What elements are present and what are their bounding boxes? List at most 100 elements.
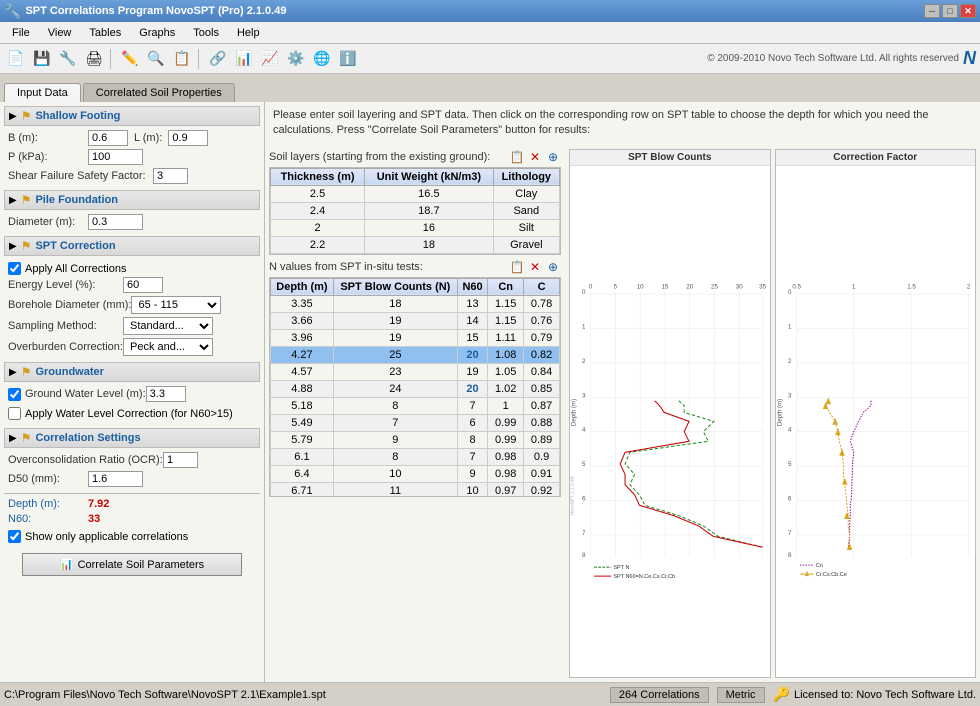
shallow-footing-header[interactable]: ▶ ⚑ Shallow Footing — [4, 106, 260, 126]
energy-input[interactable] — [123, 277, 163, 293]
print-button[interactable]: 🖨 — [82, 47, 106, 71]
cn-line — [848, 400, 871, 547]
energy-label: Energy Level (%): — [8, 279, 123, 291]
expand-icon-corr: ▶ — [9, 433, 17, 444]
spt-copy-icon[interactable]: 📋 — [509, 259, 525, 275]
info-button[interactable]: ℹ️ — [336, 47, 360, 71]
close-button[interactable]: ✕ — [960, 4, 976, 18]
spt-add-icon[interactable]: ⊕ — [545, 259, 561, 275]
tab-input-data[interactable]: Input Data — [4, 83, 81, 103]
pile-foundation-title: Pile Foundation — [35, 194, 118, 206]
cell-n: 8 — [333, 448, 457, 465]
settings-button[interactable]: ⚙️ — [284, 47, 308, 71]
svg-text:25: 25 — [711, 283, 718, 290]
cell-n60: 13 — [457, 295, 487, 312]
diameter-input[interactable] — [88, 214, 143, 230]
gwl-checkbox[interactable] — [8, 388, 21, 401]
col-cn: Cn — [488, 278, 524, 295]
l-input[interactable] — [168, 130, 208, 146]
ocr-input[interactable] — [163, 452, 198, 468]
spt-scroll[interactable]: Depth (m) SPT Blow Counts (N) N60 Cn C 3… — [269, 277, 561, 497]
svg-text:2: 2 — [582, 358, 586, 365]
svg-text:4: 4 — [582, 426, 586, 433]
apply-all-checkbox[interactable] — [8, 262, 21, 275]
tables-area: Soil layers (starting from the existing … — [265, 145, 565, 682]
spt-table-row[interactable]: 6.7111100.970.92 — [271, 482, 560, 497]
svg-text:7: 7 — [788, 530, 792, 537]
p-input[interactable] — [88, 149, 143, 165]
show-only-checkbox[interactable] — [8, 530, 21, 543]
spt-table-row[interactable]: 3.3518131.150.78 — [271, 295, 560, 312]
charts-area: SPT Blow Counts 0 5 10 15 20 25 30 35 — [565, 145, 980, 682]
tab-correlated[interactable]: Correlated Soil Properties — [83, 83, 235, 102]
svg-text:2: 2 — [966, 283, 970, 290]
spt-delete-icon[interactable]: ✕ — [527, 259, 543, 275]
spt-table-row[interactable]: 5.49760.990.88 — [271, 414, 560, 431]
spt-table-row[interactable]: 5.188710.87 — [271, 397, 560, 414]
soil-copy-icon[interactable]: 📋 — [509, 149, 525, 165]
sampling-dropdown[interactable]: Standard... — [123, 317, 213, 335]
spt-correction-header[interactable]: ▶ ⚑ SPT Correction — [4, 236, 260, 256]
spt-table-row[interactable]: 6.41090.980.91 — [271, 465, 560, 482]
b-input[interactable] — [88, 130, 128, 146]
status-licensed-container: 🔑 Licensed to: Novo Tech Software Ltd. — [773, 686, 976, 703]
menu-graphs[interactable]: Graphs — [131, 25, 183, 41]
tools-button[interactable]: 🔧 — [56, 47, 80, 71]
cell-depth: 6.1 — [271, 448, 334, 465]
overburden-dropdown[interactable]: Peck and... — [123, 338, 213, 356]
depth-display-row: Depth (m): 7.92 — [4, 498, 260, 510]
gwl-row: Ground Water Level (m): — [4, 386, 260, 402]
diameter-label: Diameter (m): — [8, 216, 88, 228]
menu-tools[interactable]: Tools — [185, 25, 227, 41]
soil-add-icon[interactable]: ⊕ — [545, 149, 561, 165]
minimize-button[interactable]: ─ — [924, 4, 940, 18]
cell-n60: 20 — [457, 380, 487, 397]
shear-input[interactable] — [153, 168, 188, 184]
overburden-label: Overburden Correction: — [8, 341, 123, 353]
cell-c: 0.91 — [524, 465, 560, 482]
link-button[interactable]: 🔗 — [206, 47, 230, 71]
apply-correction-checkbox[interactable] — [8, 407, 21, 420]
spt-table-row[interactable]: 4.8824201.020.85 — [271, 380, 560, 397]
edit-button[interactable]: ✏️ — [118, 47, 142, 71]
groundwater-section: ▶ ⚑ Groundwater Ground Water Level (m): … — [4, 362, 260, 422]
cell-n: 7 — [333, 414, 457, 431]
spt-table-row[interactable]: 5.79980.990.89 — [271, 431, 560, 448]
spt-header-bar: N values from SPT in-situ tests: 📋 ✕ ⊕ — [269, 259, 561, 275]
correlate-button[interactable]: 📊 Correlate Soil Parameters — [22, 553, 242, 576]
maximize-button[interactable]: □ — [942, 4, 958, 18]
col-spt-blow: SPT Blow Counts (N) — [333, 278, 457, 295]
graph-button[interactable]: 📈 — [258, 47, 282, 71]
soil-table-row[interactable]: 2.516.5Clay — [271, 185, 560, 202]
menu-file[interactable]: File — [4, 25, 38, 41]
soil-table-row[interactable]: 216Silt — [271, 219, 560, 236]
globe-button[interactable]: 🌐 — [310, 47, 334, 71]
spt-table-row[interactable]: 4.2725201.080.82 — [271, 346, 560, 363]
chart-button[interactable]: 📊 — [232, 47, 256, 71]
spt-table-row[interactable]: 6.1870.980.9 — [271, 448, 560, 465]
soil-layers-scroll[interactable]: Thickness (m) Unit Weight (kN/m3) Lithol… — [269, 167, 561, 255]
spt-n-line — [625, 400, 763, 547]
soil-table-row[interactable]: 2.218Gravel — [271, 236, 560, 253]
soil-delete-icon[interactable]: ✕ — [527, 149, 543, 165]
menu-view[interactable]: View — [40, 25, 80, 41]
correlation-settings-header[interactable]: ▶ ⚑ Correlation Settings — [4, 428, 260, 448]
menu-tables[interactable]: Tables — [81, 25, 129, 41]
table-button[interactable]: 📋 — [170, 47, 194, 71]
groundwater-header[interactable]: ▶ ⚑ Groundwater — [4, 362, 260, 382]
borehole-dropdown[interactable]: 65 - 115 — [131, 296, 221, 314]
spt-table-row[interactable]: 4.5723191.050.84 — [271, 363, 560, 380]
save-button[interactable]: 💾 — [30, 47, 54, 71]
d50-input[interactable] — [88, 471, 143, 487]
soil-table-row[interactable]: 2.418.7Sand — [271, 202, 560, 219]
spt-table-row[interactable]: 3.9619151.110.79 — [271, 329, 560, 346]
gwl-input[interactable] — [146, 386, 186, 402]
new-button[interactable]: 📄 — [4, 47, 28, 71]
spt-table-row[interactable]: 3.6619141.150.76 — [271, 312, 560, 329]
pile-foundation-header[interactable]: ▶ ⚑ Pile Foundation — [4, 190, 260, 210]
filter-button[interactable]: 🔍 — [144, 47, 168, 71]
menu-help[interactable]: Help — [229, 25, 268, 41]
cell-n: 11 — [333, 482, 457, 497]
svg-text:3: 3 — [788, 392, 792, 399]
toolbar: 📄 💾 🔧 🖨 ✏️ 🔍 📋 🔗 📊 📈 ⚙️ 🌐 ℹ️ © 2009-2010… — [0, 44, 980, 74]
